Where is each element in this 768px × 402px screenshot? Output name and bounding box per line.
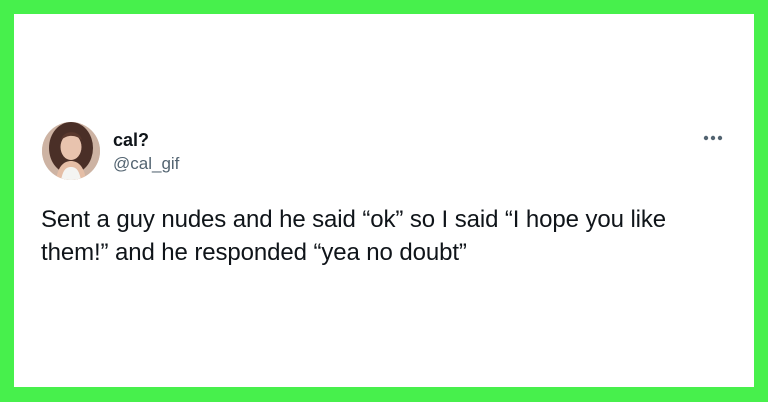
user-handle[interactable]: @cal_gif	[113, 153, 179, 175]
more-options-button[interactable]	[696, 126, 730, 150]
profile-photo-icon	[42, 122, 100, 180]
avatar[interactable]	[42, 122, 100, 180]
more-horizontal-icon	[703, 135, 723, 141]
tweet-text: Sent a guy nudes and he said “ok” so I s…	[41, 206, 667, 266]
display-name[interactable]: cal?	[113, 129, 149, 151]
tweet-card: cal? @cal_gif Sent a guy nudes and he sa…	[14, 14, 754, 387]
